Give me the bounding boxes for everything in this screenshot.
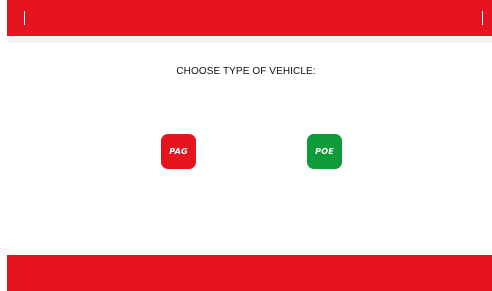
app-screen: CHOOSE TYPE OF VEHICLE: PAG POE [0,0,492,291]
header-left-divider [24,11,25,25]
header-bar [7,0,492,36]
header-shadow-strip [7,36,492,43]
header-right-divider [482,11,483,25]
pag-vehicle-button[interactable]: PAG [161,134,196,169]
page-title: CHOOSE TYPE OF VEHICLE: [176,66,316,77]
footer-bar [7,255,492,291]
poe-vehicle-button[interactable]: POE [307,134,342,169]
